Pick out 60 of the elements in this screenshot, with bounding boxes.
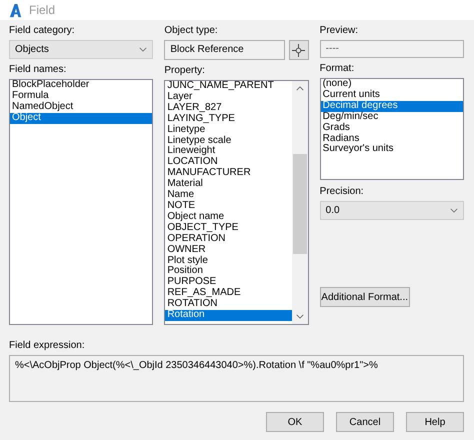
field-label: Field category: [9, 25, 75, 37]
scroll-down-icon [296, 314, 304, 319]
list-item[interactable]: Decimal degrees [320, 100, 463, 112]
list-item[interactable]: Linetype scale [165, 136, 292, 146]
window-title: Field [29, 3, 56, 17]
list-item[interactable]: (none) [320, 79, 463, 90]
list-item[interactable]: Object [10, 112, 152, 124]
list-item[interactable]: Lineweight [165, 146, 292, 158]
list-item[interactable]: Material [165, 179, 292, 190]
list-item[interactable]: Formula [10, 90, 152, 102]
field-label: Precision: [320, 186, 364, 198]
scrollbar-thumb[interactable] [292, 154, 307, 254]
list-item[interactable]: Grads [320, 122, 463, 134]
additional-format-button[interactable]: Additional Format... [320, 287, 410, 307]
preview-field: ---- [320, 40, 464, 58]
list-item[interactable]: Linetype [165, 124, 292, 136]
list-item[interactable]: OPERATION [165, 234, 292, 245]
object-type-field: Block Reference [164, 40, 285, 60]
crosshair-icon [292, 44, 306, 56]
list-item[interactable]: Rotation [165, 310, 292, 321]
list-item[interactable]: NamedObject [10, 102, 152, 113]
field-label: Format: [320, 63, 354, 75]
dialog-button[interactable]: Help [406, 412, 464, 432]
list-item[interactable]: Current units [320, 90, 463, 101]
list-item[interactable]: Radians [320, 134, 463, 144]
list-item[interactable]: LAYER_827 [165, 102, 292, 114]
list-item[interactable]: JUNC_NAME_PARENT [165, 81, 292, 92]
list-item[interactable]: Surveyor's units [320, 144, 463, 156]
field-label: Field expression: [9, 340, 85, 352]
list-item[interactable]: BlockPlaceholder [10, 80, 152, 91]
list-item[interactable]: Layer [165, 92, 292, 103]
list-item[interactable]: Object name [165, 212, 292, 223]
select-object-button[interactable] [288, 40, 309, 60]
precision-dropdown[interactable]: 0.0 [320, 201, 464, 220]
list-item[interactable]: REF_AS_MADE [165, 288, 292, 300]
list-item[interactable]: OWNER [165, 244, 292, 256]
field-label: Field names: [9, 64, 66, 76]
list-item[interactable]: ROTATION [165, 299, 292, 310]
list-item[interactable]: Name [165, 190, 292, 201]
dialog-button[interactable]: Cancel [336, 412, 394, 432]
scroll-up-icon [296, 86, 304, 91]
list-item[interactable]: MANUFACTURER [165, 168, 292, 180]
list-item[interactable]: NOTE [165, 200, 292, 212]
list-item[interactable]: LOCATION [165, 157, 292, 168]
chevron-down-icon [139, 47, 148, 52]
list-item[interactable]: Plot style [165, 256, 292, 266]
field-expression-box[interactable]: %<\AcObjProp Object(%<\_ObjId 2350346443040>%).Rotation \f "%au0%pr1">% [9, 355, 464, 402]
list-item[interactable]: OBJECT_TYPE [165, 222, 292, 234]
chevron-down-icon [450, 208, 458, 213]
list-item[interactable]: PURPOSE [165, 277, 292, 288]
field-label: Object type: [164, 25, 218, 37]
list-item[interactable]: LAYING_TYPE [165, 114, 292, 125]
list-item[interactable]: Deg/min/sec [320, 112, 463, 123]
app-logo-icon [8, 2, 23, 18]
field-label: Preview: [320, 25, 358, 37]
list-item[interactable]: Position [165, 266, 292, 278]
dialog-button[interactable]: OK [266, 412, 324, 432]
scrollbar[interactable] [292, 81, 308, 324]
field-label: Property: [164, 65, 205, 77]
field-category-dropdown[interactable]: Objects [9, 40, 154, 59]
